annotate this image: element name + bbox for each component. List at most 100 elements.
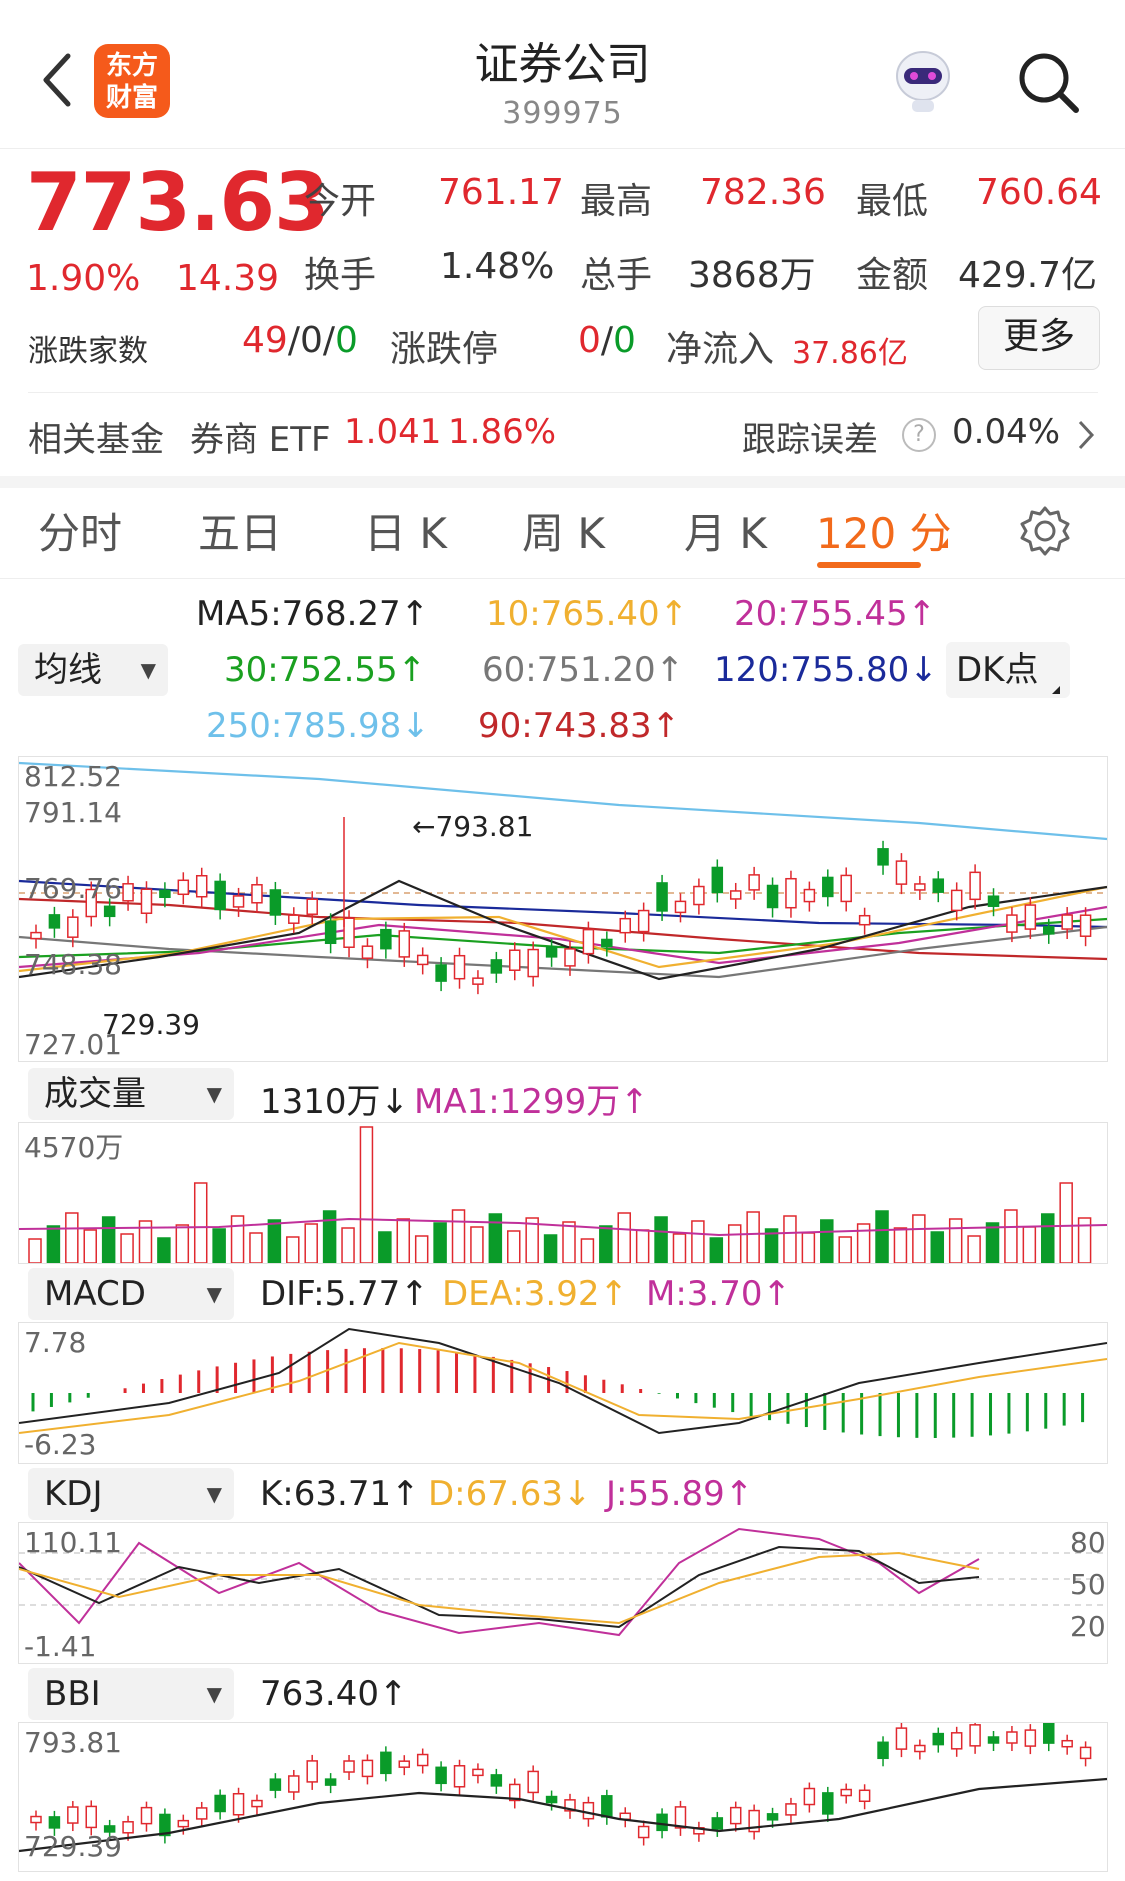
fund-name[interactable]: 券商 ETF <box>190 412 331 461</box>
y-axis-label: 812.52 <box>24 760 122 793</box>
indicator-select-ma[interactable]: 均线 ▼ <box>18 644 168 696</box>
tracking-error-value: 0.04% <box>952 412 1061 452</box>
assistant-robot-icon[interactable] <box>890 46 956 116</box>
candle-body <box>177 1819 190 1828</box>
volume-bar <box>46 1225 61 1263</box>
volume-bar <box>83 1229 97 1263</box>
tab-monthly-k[interactable]: 月 K <box>684 500 767 561</box>
kdj-chart <box>19 1527 1107 1637</box>
candle-body <box>785 1803 797 1816</box>
volume-bar <box>783 1215 797 1263</box>
tab-120min[interactable]: 120 分 <box>816 500 952 561</box>
candle-body <box>729 1806 742 1825</box>
stock-code: 399975 <box>502 96 623 131</box>
volume-bar <box>286 1236 300 1263</box>
candle-body <box>527 948 539 978</box>
search-icon[interactable] <box>1014 48 1084 118</box>
candle-body <box>48 914 61 929</box>
candle-body <box>472 1768 484 1777</box>
related-fund-label: 相关基金 <box>28 420 164 460</box>
y-axis-label: 793.81 <box>24 1726 122 1759</box>
macd-chart-panel[interactable] <box>18 1322 1108 1464</box>
volume-bar <box>451 1209 466 1263</box>
tab-five-day[interactable]: 五日 <box>198 500 282 561</box>
candle-body <box>269 1778 282 1791</box>
candle-body <box>85 1805 97 1829</box>
candle-body <box>674 1806 687 1829</box>
candle-body <box>932 878 945 893</box>
more-button[interactable]: 更多 <box>978 306 1100 370</box>
candle-body <box>416 954 429 966</box>
netflow-label: 净流入 <box>666 329 775 370</box>
settings-gear-icon[interactable] <box>1018 504 1072 558</box>
volume-bar <box>801 1232 816 1263</box>
candle-body <box>122 1821 134 1834</box>
volume-label: 总手 <box>580 255 653 296</box>
candle-body <box>858 914 871 926</box>
dea-line <box>19 1341 1107 1434</box>
candle-body <box>324 920 337 945</box>
candle-body <box>48 1816 61 1829</box>
volume-bar <box>599 1225 613 1263</box>
candle-body <box>950 889 963 912</box>
tab-weekly-k[interactable]: 周 K <box>522 500 605 561</box>
candle-body <box>840 1788 852 1797</box>
volume-bar <box>709 1237 724 1263</box>
amount-label: 金额 <box>856 255 929 296</box>
ma20-value: 20:755.45↑ <box>734 594 937 634</box>
volume-bar <box>875 1210 889 1263</box>
candle-body <box>453 1765 466 1788</box>
volume-bar <box>746 1211 760 1263</box>
volume-bar <box>341 1227 355 1263</box>
volume-bar <box>635 1229 650 1263</box>
bbi-chart-panel[interactable] <box>18 1722 1108 1872</box>
corner-triangle-icon <box>1052 686 1060 694</box>
candle-body <box>840 874 852 903</box>
macd-dif: DIF:5.77↑ <box>260 1274 429 1314</box>
volume-bar <box>912 1214 926 1263</box>
volume-bar <box>672 1233 687 1263</box>
indicator-select-kdj[interactable]: KDJ ▼ <box>28 1468 234 1520</box>
help-icon[interactable]: ? <box>902 418 936 452</box>
candle-body <box>637 909 650 933</box>
volume-bar <box>820 1219 834 1263</box>
candle-body <box>564 948 576 967</box>
volume-chart-panel[interactable] <box>18 1122 1108 1264</box>
candle-body <box>214 1794 226 1813</box>
candle-body <box>343 917 355 948</box>
kdj-chart-panel[interactable] <box>18 1522 1108 1664</box>
indicator-select-macd[interactable]: MACD ▼ <box>28 1268 234 1320</box>
app-logo[interactable]: 东方 财富 <box>94 44 170 118</box>
volume-bar <box>1004 1209 1018 1263</box>
volume-bar <box>580 1238 595 1263</box>
candle-body <box>711 1817 724 1830</box>
indicator-select-bbi[interactable]: BBI ▼ <box>28 1668 234 1720</box>
candle-body <box>122 883 134 902</box>
candle-body <box>895 1727 908 1750</box>
chevron-right-icon[interactable] <box>1076 418 1096 452</box>
ma30-value: 30:752.55↑ <box>224 650 427 690</box>
candle-body <box>380 1751 392 1775</box>
volume-bar <box>654 1216 668 1263</box>
divider <box>28 392 1098 393</box>
candle-body <box>1079 1746 1092 1760</box>
candle-body <box>693 885 705 906</box>
open-label: 今开 <box>304 181 377 222</box>
candle-body <box>490 1774 503 1787</box>
tab-intraday[interactable]: 分时 <box>38 500 122 561</box>
candle-body <box>674 900 687 914</box>
candle-body <box>545 1795 558 1804</box>
tab-daily-k[interactable]: 日 K <box>364 500 447 561</box>
section-gap <box>0 476 1125 488</box>
back-arrow-icon[interactable] <box>40 50 74 110</box>
candle-body <box>324 1778 337 1786</box>
limit-values: 0/0 <box>578 320 636 361</box>
candle-body <box>766 1813 779 1821</box>
candle-body <box>803 1787 816 1806</box>
candle-body <box>30 1815 42 1824</box>
indicator-select-volume[interactable]: 成交量 ▼ <box>28 1068 234 1120</box>
kdj-d: D:67.63↓ <box>428 1474 592 1514</box>
candle-body <box>416 1753 429 1767</box>
candle-body <box>877 1741 889 1760</box>
candle-body <box>1006 914 1018 933</box>
